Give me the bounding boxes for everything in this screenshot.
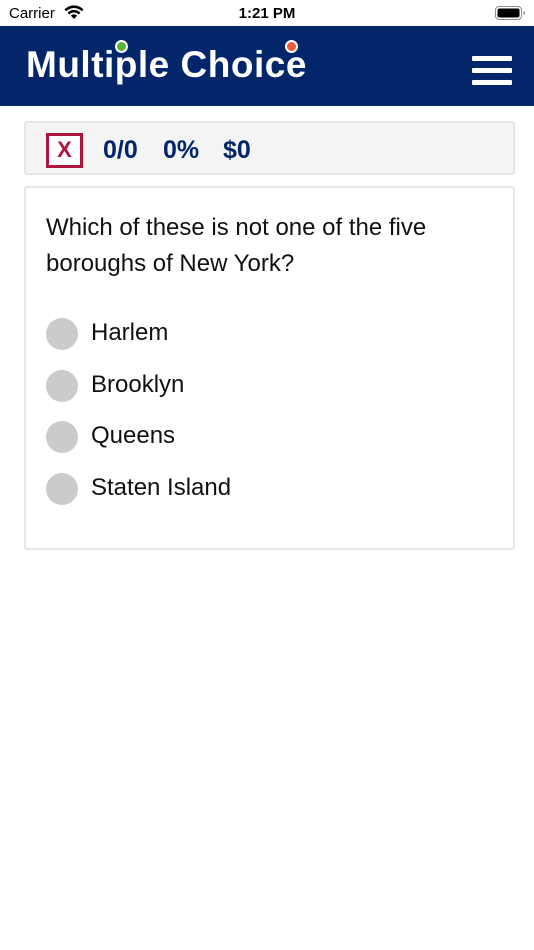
question-text: Which of these is not one of the five bo… <box>46 214 427 277</box>
score-count: 0/0 <box>103 136 138 164</box>
score-money: $0 <box>223 136 251 164</box>
radio-button[interactable] <box>46 421 78 453</box>
clock: 1:21 PM <box>238 5 296 22</box>
quit-button[interactable]: X <box>46 133 83 168</box>
logo-text: Multiple Choice <box>26 44 307 85</box>
score-bar: X 0/0 0% $0 <box>24 121 515 175</box>
answer-option-harlem[interactable]: Harlem <box>46 316 486 352</box>
battery-icon <box>495 6 525 20</box>
app-header: Multiple Choice <box>0 26 534 106</box>
radio-button[interactable] <box>46 318 78 350</box>
answer-option-brooklyn[interactable]: Brooklyn <box>46 368 486 404</box>
app-logo: Multiple Choice <box>26 40 307 88</box>
radio-button[interactable] <box>46 473 78 505</box>
hamburger-menu-icon[interactable] <box>472 56 512 86</box>
answer-label: Queens <box>91 422 176 449</box>
question-card: Which of these is not one of the five bo… <box>24 186 515 550</box>
status-bar: Carrier 1:21 PM <box>0 0 534 26</box>
answer-label: Harlem <box>91 319 169 346</box>
radio-button[interactable] <box>46 370 78 402</box>
answer-option-queens[interactable]: Queens <box>46 419 486 455</box>
score-percent: 0% <box>163 136 200 164</box>
answer-label: Brooklyn <box>91 371 185 398</box>
answer-option-staten-island[interactable]: Staten Island <box>46 471 486 507</box>
logo-green-dot <box>115 40 128 53</box>
logo-red-dot <box>285 40 298 53</box>
answer-label: Staten Island <box>91 474 232 501</box>
